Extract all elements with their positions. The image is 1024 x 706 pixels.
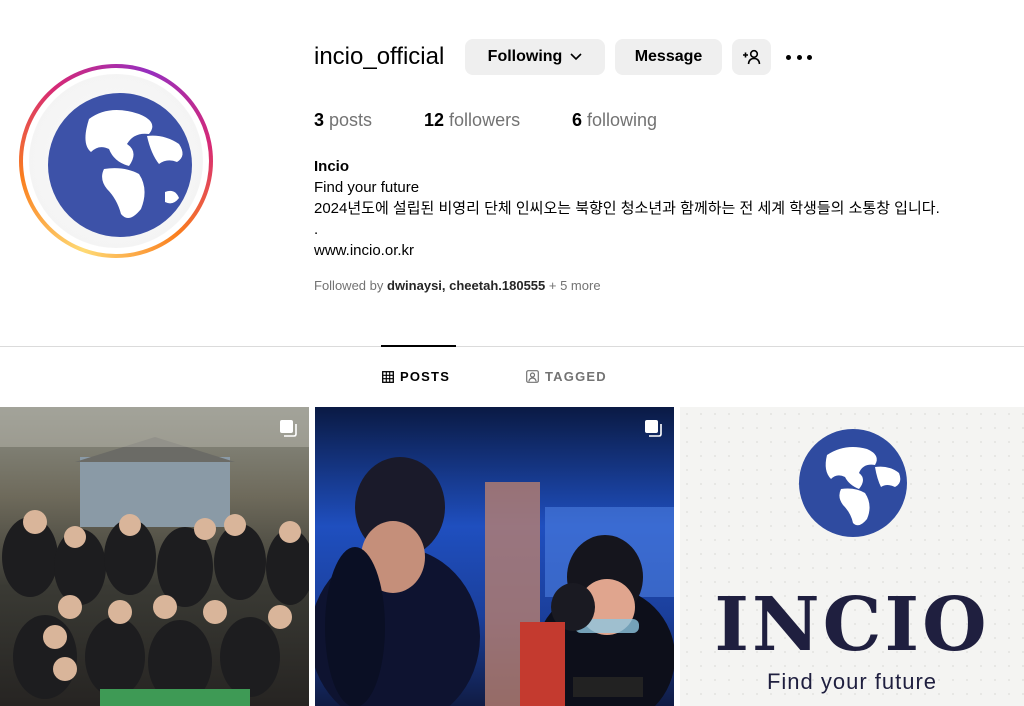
globe-logo-icon <box>29 74 203 248</box>
profile-avatar[interactable] <box>19 64 213 258</box>
add-user-icon <box>742 49 760 65</box>
suggest-people-button[interactable] <box>732 39 771 75</box>
post-thumbnail-logo[interactable]: INCIO Find your future <box>680 407 1024 706</box>
followed-by[interactable]: Followed by dwinaysi, cheetah.180555 + 5… <box>314 278 601 293</box>
tab-posts-label: POSTS <box>400 369 451 384</box>
bio-line: . <box>314 221 319 238</box>
posts-count: 3 <box>314 110 325 130</box>
group-photo-image <box>0 407 309 706</box>
bio-line: 2024년도에 설립된 비영리 단체 인씨오는 북향인 청소년과 함께하는 전 … <box>314 200 940 217</box>
stat-posts: 3 posts <box>314 110 372 131</box>
more-options-icon[interactable] <box>786 49 812 65</box>
website-link[interactable]: www.incio.or.kr <box>314 240 940 261</box>
tab-posts[interactable]: POSTS <box>382 369 450 384</box>
multiple-photos-icon <box>280 420 297 437</box>
followed-by-more[interactable]: + 5 more <box>549 278 601 293</box>
logo-tagline: Find your future <box>766 669 938 694</box>
chevron-down-icon <box>570 53 582 61</box>
posts-label: posts <box>329 110 373 130</box>
stat-following[interactable]: 6 following <box>572 110 657 131</box>
post-thumbnail-cooking-photo[interactable] <box>315 407 674 706</box>
followed-by-users[interactable]: dwinaysi, cheetah.180555 <box>387 278 545 293</box>
tagged-icon <box>526 370 539 383</box>
tabs-divider <box>0 346 1024 347</box>
followers-count: 12 <box>424 110 445 130</box>
grid-icon <box>382 370 394 383</box>
multiple-photos-icon <box>645 420 662 437</box>
profile-bio: Incio Find your future 2024년도에 설립된 비영리 단… <box>314 156 940 261</box>
tab-tagged[interactable]: TAGGED <box>526 369 607 384</box>
profile-name: Incio <box>314 158 350 175</box>
stat-followers[interactable]: 12 followers <box>424 110 520 131</box>
bio-line: Find your future <box>314 179 420 196</box>
followed-by-prefix: Followed by <box>314 278 384 293</box>
tab-tagged-label: TAGGED <box>545 369 607 384</box>
followers-label: followers <box>449 110 521 130</box>
post-thumbnail-group-photo[interactable] <box>0 407 309 706</box>
globe-icon <box>799 429 907 537</box>
message-button-label: Message <box>634 48 703 65</box>
logo-wordmark: INCIO <box>714 582 990 668</box>
following-button-label: Following <box>487 48 563 65</box>
following-label: following <box>587 110 658 130</box>
cooking-photo-image <box>315 457 674 706</box>
active-tab-indicator <box>381 345 456 347</box>
profile-username: incio_official <box>314 43 445 70</box>
following-button[interactable]: Following <box>465 39 605 75</box>
message-button[interactable]: Message <box>615 39 722 75</box>
following-count: 6 <box>572 110 583 130</box>
